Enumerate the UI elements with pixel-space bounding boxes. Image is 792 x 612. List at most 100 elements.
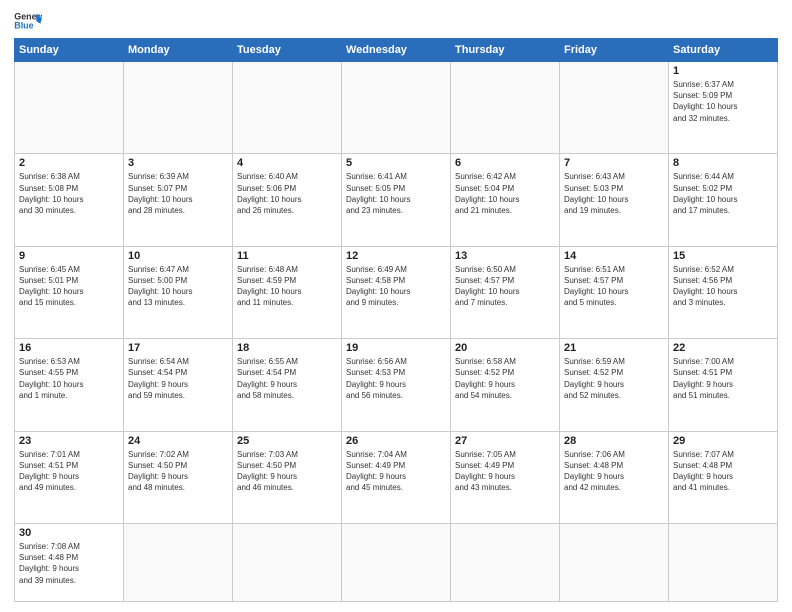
day-number: 19 (346, 342, 446, 354)
calendar-cell: 17 Sunrise: 6:54 AM Sunset: 4:54 PM Dayli… (124, 339, 233, 431)
calendar-cell: 22 Sunrise: 7:00 AM Sunset: 4:51 PM Dayli… (669, 339, 778, 431)
calendar-cell: 21Sunrise: 6:59 AM Sunset: 4:52 PM Dayli… (560, 339, 669, 431)
day-info: Sunrise: 6:53 AM Sunset: 4:55 PM Dayligh… (19, 356, 119, 401)
day-number: 22 (673, 342, 773, 354)
weekday-header-row: SundayMondayTuesdayWednesdayThursdayFrid… (15, 39, 778, 62)
calendar-table: SundayMondayTuesdayWednesdayThursdayFrid… (14, 38, 778, 602)
week-row-5: 30 Sunrise: 7:08 AM Sunset: 4:48 PM Dayli… (15, 524, 778, 602)
day-info: Sunrise: 7:01 AM Sunset: 4:51 PM Dayligh… (19, 449, 119, 494)
day-number: 26 (346, 435, 446, 447)
weekday-saturday: Saturday (669, 39, 778, 62)
calendar-cell: 16 Sunrise: 6:53 AM Sunset: 4:55 PM Dayli… (15, 339, 124, 431)
day-info: Sunrise: 6:49 AM Sunset: 4:58 PM Dayligh… (346, 264, 446, 309)
calendar-cell: 11 Sunrise: 6:48 AM Sunset: 4:59 PM Dayli… (233, 246, 342, 338)
calendar-cell: 9 Sunrise: 6:45 AM Sunset: 5:01 PM Daylig… (15, 246, 124, 338)
page: General Blue SundayMondayTuesdayWednesda… (0, 0, 792, 612)
calendar-cell: 19 Sunrise: 6:56 AM Sunset: 4:53 PM Dayli… (342, 339, 451, 431)
day-number: 29 (673, 435, 773, 447)
day-number: 13 (455, 250, 555, 262)
day-info: Sunrise: 7:02 AM Sunset: 4:50 PM Dayligh… (128, 449, 228, 494)
day-number: 12 (346, 250, 446, 262)
day-info: Sunrise: 7:06 AM Sunset: 4:48 PM Dayligh… (564, 449, 664, 494)
logo-icon: General Blue (14, 10, 42, 32)
day-info: Sunrise: 6:58 AM Sunset: 4:52 PM Dayligh… (455, 356, 555, 401)
day-info: Sunrise: 6:54 AM Sunset: 4:54 PM Dayligh… (128, 356, 228, 401)
calendar-cell (15, 62, 124, 154)
day-info: Sunrise: 6:47 AM Sunset: 5:00 PM Dayligh… (128, 264, 228, 309)
calendar-cell: 12 Sunrise: 6:49 AM Sunset: 4:58 PM Dayli… (342, 246, 451, 338)
calendar-cell: 15Sunrise: 6:52 AM Sunset: 4:56 PM Dayli… (669, 246, 778, 338)
calendar-cell: 20 Sunrise: 6:58 AM Sunset: 4:52 PM Dayli… (451, 339, 560, 431)
day-number: 9 (19, 250, 119, 262)
day-number: 10 (128, 250, 228, 262)
calendar-cell: 4 Sunrise: 6:40 AM Sunset: 5:06 PM Daylig… (233, 154, 342, 246)
calendar-cell: 25 Sunrise: 7:03 AM Sunset: 4:50 PM Dayli… (233, 431, 342, 523)
day-number: 14 (564, 250, 664, 262)
calendar-cell: 3 Sunrise: 6:39 AM Sunset: 5:07 PM Daylig… (124, 154, 233, 246)
calendar-cell: 7Sunrise: 6:43 AM Sunset: 5:03 PM Daylig… (560, 154, 669, 246)
day-number: 7 (564, 157, 664, 169)
day-number: 11 (237, 250, 337, 262)
calendar-cell (233, 62, 342, 154)
day-number: 15 (673, 250, 773, 262)
day-info: Sunrise: 6:37 AM Sunset: 5:09 PM Dayligh… (673, 79, 773, 124)
calendar-cell: 24 Sunrise: 7:02 AM Sunset: 4:50 PM Dayli… (124, 431, 233, 523)
day-info: Sunrise: 6:38 AM Sunset: 5:08 PM Dayligh… (19, 171, 119, 216)
week-row-1: 2 Sunrise: 6:38 AM Sunset: 5:08 PM Daylig… (15, 154, 778, 246)
day-info: Sunrise: 6:48 AM Sunset: 4:59 PM Dayligh… (237, 264, 337, 309)
day-number: 3 (128, 157, 228, 169)
week-row-4: 23Sunrise: 7:01 AM Sunset: 4:51 PM Dayli… (15, 431, 778, 523)
day-info: Sunrise: 6:39 AM Sunset: 5:07 PM Dayligh… (128, 171, 228, 216)
day-info: Sunrise: 7:07 AM Sunset: 4:48 PM Dayligh… (673, 449, 773, 494)
day-info: Sunrise: 6:59 AM Sunset: 4:52 PM Dayligh… (564, 356, 664, 401)
calendar-cell: 10 Sunrise: 6:47 AM Sunset: 5:00 PM Dayli… (124, 246, 233, 338)
week-row-0: 1 Sunrise: 6:37 AM Sunset: 5:09 PM Daylig… (15, 62, 778, 154)
calendar-cell: 18 Sunrise: 6:55 AM Sunset: 4:54 PM Dayli… (233, 339, 342, 431)
svg-text:Blue: Blue (14, 21, 33, 31)
day-number: 25 (237, 435, 337, 447)
day-number: 1 (673, 65, 773, 77)
calendar-cell (560, 524, 669, 602)
day-info: Sunrise: 6:56 AM Sunset: 4:53 PM Dayligh… (346, 356, 446, 401)
week-row-3: 16 Sunrise: 6:53 AM Sunset: 4:55 PM Dayli… (15, 339, 778, 431)
day-number: 6 (455, 157, 555, 169)
calendar-cell: 29 Sunrise: 7:07 AM Sunset: 4:48 PM Dayli… (669, 431, 778, 523)
calendar-cell: 5Sunrise: 6:41 AM Sunset: 5:05 PM Daylig… (342, 154, 451, 246)
calendar-cell: 28Sunrise: 7:06 AM Sunset: 4:48 PM Dayli… (560, 431, 669, 523)
calendar-cell (342, 524, 451, 602)
calendar-cell: 26Sunrise: 7:04 AM Sunset: 4:49 PM Dayli… (342, 431, 451, 523)
day-info: Sunrise: 6:51 AM Sunset: 4:57 PM Dayligh… (564, 264, 664, 309)
day-number: 4 (237, 157, 337, 169)
day-number: 30 (19, 527, 119, 539)
weekday-thursday: Thursday (451, 39, 560, 62)
calendar-body: 1 Sunrise: 6:37 AM Sunset: 5:09 PM Daylig… (15, 62, 778, 602)
calendar-cell: 13Sunrise: 6:50 AM Sunset: 4:57 PM Dayli… (451, 246, 560, 338)
day-info: Sunrise: 6:55 AM Sunset: 4:54 PM Dayligh… (237, 356, 337, 401)
day-info: Sunrise: 7:05 AM Sunset: 4:49 PM Dayligh… (455, 449, 555, 494)
calendar-cell (669, 524, 778, 602)
day-info: Sunrise: 6:42 AM Sunset: 5:04 PM Dayligh… (455, 171, 555, 216)
day-info: Sunrise: 6:45 AM Sunset: 5:01 PM Dayligh… (19, 264, 119, 309)
day-number: 20 (455, 342, 555, 354)
day-info: Sunrise: 7:00 AM Sunset: 4:51 PM Dayligh… (673, 356, 773, 401)
calendar-cell (451, 524, 560, 602)
calendar-cell (124, 62, 233, 154)
day-number: 2 (19, 157, 119, 169)
header: General Blue (14, 10, 778, 32)
day-number: 24 (128, 435, 228, 447)
weekday-monday: Monday (124, 39, 233, 62)
day-number: 17 (128, 342, 228, 354)
day-info: Sunrise: 6:41 AM Sunset: 5:05 PM Dayligh… (346, 171, 446, 216)
calendar-cell (342, 62, 451, 154)
calendar-cell: 8 Sunrise: 6:44 AM Sunset: 5:02 PM Daylig… (669, 154, 778, 246)
day-info: Sunrise: 6:44 AM Sunset: 5:02 PM Dayligh… (673, 171, 773, 216)
day-number: 16 (19, 342, 119, 354)
calendar-cell (560, 62, 669, 154)
day-number: 8 (673, 157, 773, 169)
day-info: Sunrise: 7:08 AM Sunset: 4:48 PM Dayligh… (19, 541, 119, 586)
day-number: 18 (237, 342, 337, 354)
calendar-cell: 14 Sunrise: 6:51 AM Sunset: 4:57 PM Dayli… (560, 246, 669, 338)
weekday-tuesday: Tuesday (233, 39, 342, 62)
day-info: Sunrise: 7:03 AM Sunset: 4:50 PM Dayligh… (237, 449, 337, 494)
day-info: Sunrise: 6:40 AM Sunset: 5:06 PM Dayligh… (237, 171, 337, 216)
